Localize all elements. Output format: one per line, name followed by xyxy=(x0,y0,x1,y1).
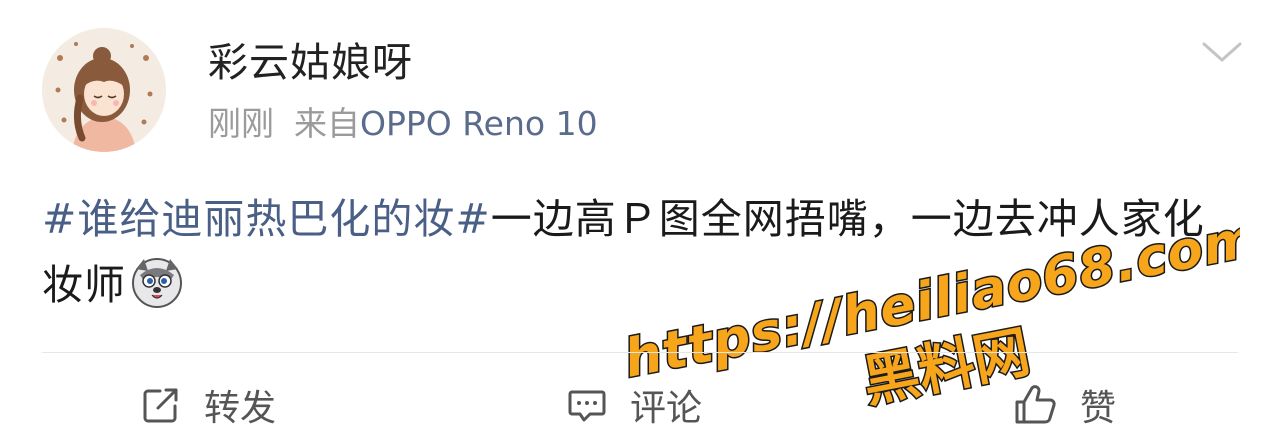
chevron-down-icon[interactable] xyxy=(1200,38,1244,66)
avatar-illustration xyxy=(42,28,166,152)
comment-label: 评论 xyxy=(630,388,703,429)
comment-button[interactable]: 评论 xyxy=(566,375,702,435)
avatar[interactable] xyxy=(42,28,166,152)
hashtag-link[interactable]: #谁给迪丽热巴化的妆# xyxy=(42,195,491,243)
dog-emoji-icon xyxy=(132,258,182,308)
post-time: 刚刚 xyxy=(208,104,274,143)
post-meta: 刚刚 来自OPPO Reno 10 xyxy=(208,104,598,144)
repost-button[interactable]: 转发 xyxy=(140,375,276,435)
thumbs-up-icon xyxy=(1015,385,1056,424)
comment-icon xyxy=(568,390,606,422)
post-content: #谁给迪丽热巴化的妆#一边高Ｐ图全网捂嘴，一边去冲人家化妆师 xyxy=(42,186,1242,318)
repost-label: 转发 xyxy=(204,388,277,429)
like-label: 赞 xyxy=(1080,388,1117,429)
source-prefix: 来自 xyxy=(294,104,360,143)
repost-icon xyxy=(143,388,178,423)
like-button[interactable]: 赞 xyxy=(1012,375,1116,435)
action-divider xyxy=(42,352,1238,353)
source-device: OPPO Reno 10 xyxy=(360,104,598,143)
watermark-name: 黑料网 xyxy=(858,320,1035,416)
username[interactable]: 彩云姑娘呀 xyxy=(208,38,413,88)
weibo-post-card: 彩云姑娘呀 刚刚 来自OPPO Reno 10 #谁给迪丽热巴化的妆#一边高Ｐ图全… xyxy=(0,0,1280,448)
